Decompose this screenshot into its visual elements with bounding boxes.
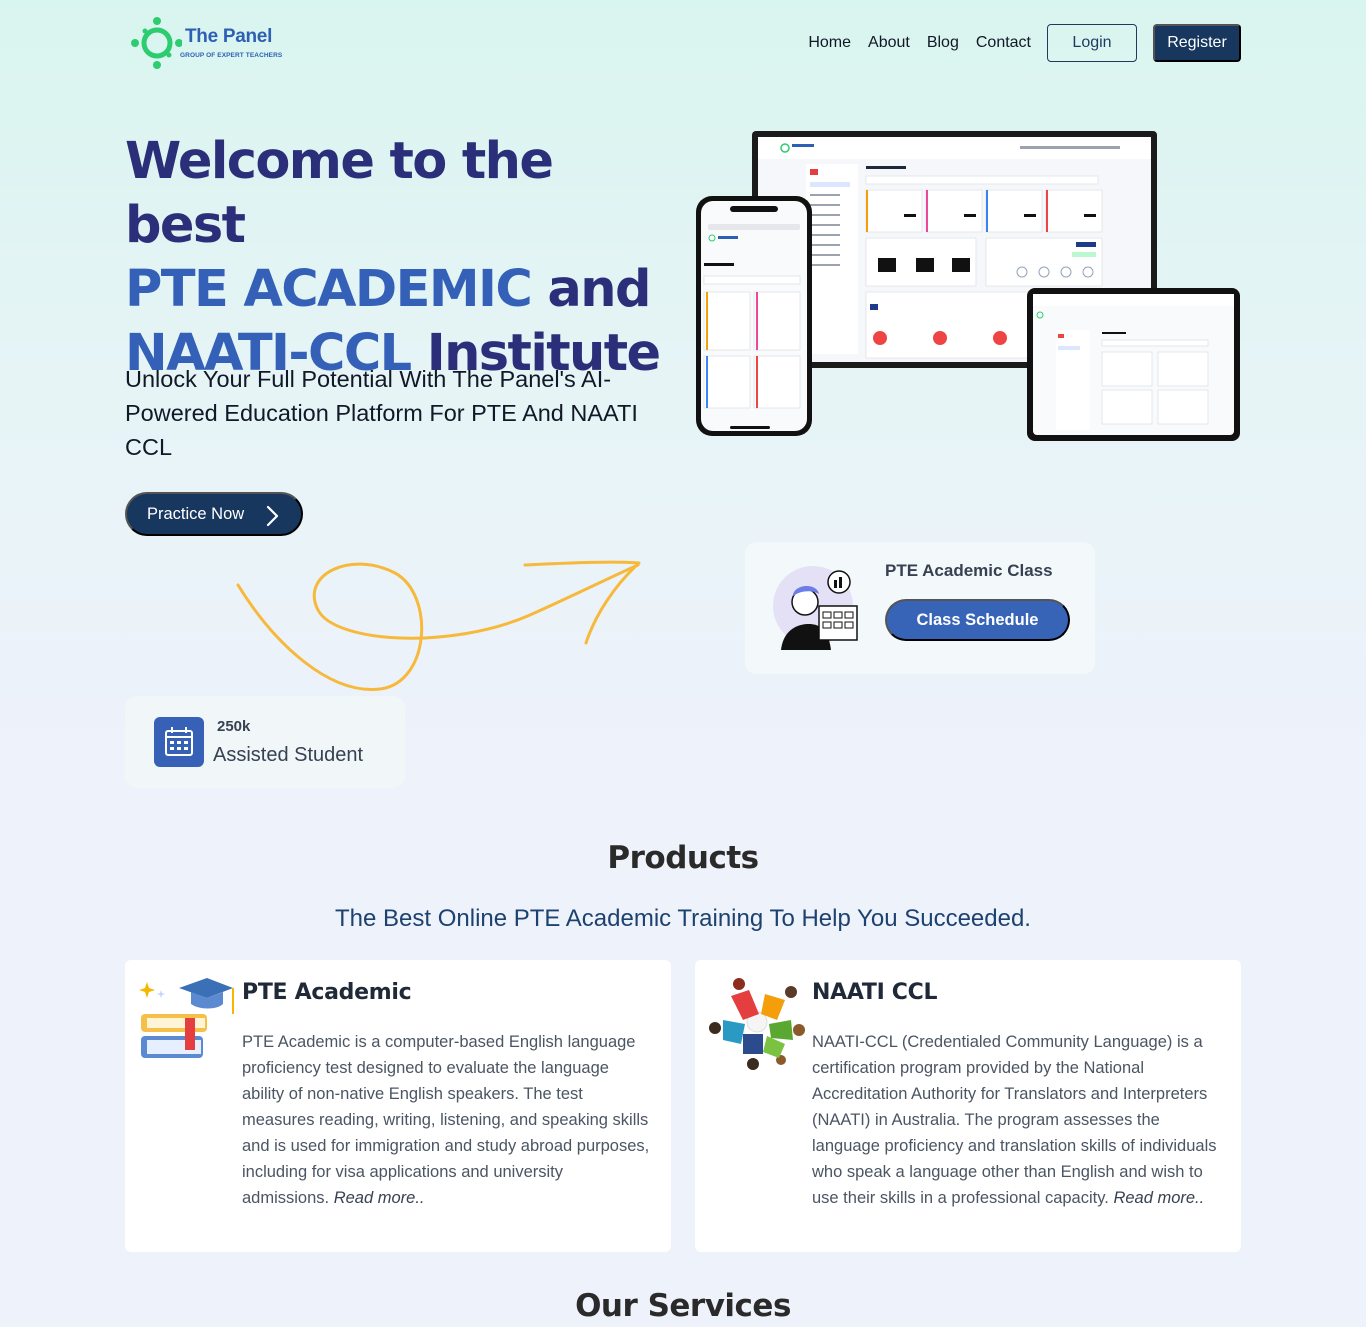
- class-card-title: PTE Academic Class: [885, 561, 1053, 580]
- product-name: PTE Academic: [242, 980, 412, 1005]
- class-schedule-button[interactable]: Class Schedule: [885, 599, 1070, 641]
- nav-link-blog[interactable]: Blog: [927, 34, 959, 52]
- read-more-link[interactable]: Read more..: [1113, 1189, 1204, 1207]
- phone-mockup: [696, 196, 812, 436]
- hero-subtitle: Unlock Your Full Potential With The Pane…: [125, 366, 638, 460]
- community-people-icon: [709, 978, 805, 1070]
- practice-now-button[interactable]: Practice Now: [125, 492, 303, 536]
- logo-mark-icon: [131, 17, 182, 69]
- login-button[interactable]: Login: [1047, 24, 1137, 62]
- chevron-right-icon: [266, 505, 279, 527]
- tablet-mockup: [1027, 288, 1240, 441]
- product-description: PTE Academic is a computer-based English…: [242, 1029, 654, 1211]
- products-heading: Products: [607, 840, 759, 876]
- hero-title: Welcome to the best PTE ACADEMIC and NAA…: [125, 130, 685, 386]
- read-more-link[interactable]: Read more..: [334, 1189, 425, 1207]
- product-description: NAATI-CCL (Credentialed Community Langua…: [812, 1029, 1224, 1211]
- nav-link-contact[interactable]: Contact: [976, 34, 1031, 52]
- hero-title-accent-pte: PTE ACADEMIC: [125, 260, 533, 319]
- site-header: The Panel GROUP OF EXPERT TEACHERS Home …: [0, 0, 1366, 86]
- services-heading: Our Services: [575, 1288, 791, 1324]
- product-card-pte-academic: PTE Academic PTE Academic is a computer-…: [125, 960, 671, 1252]
- nav-link-about[interactable]: About: [868, 34, 910, 52]
- dashboard-device-mockups: [696, 131, 1240, 441]
- calendar-icon: [154, 717, 204, 767]
- main-nav: Home About Blog Contact Login Register: [791, 24, 1241, 62]
- practice-now-label: Practice Now: [147, 504, 245, 523]
- stat-label: Assisted Student: [213, 744, 364, 766]
- products-subheading: The Best Online PTE Academic Training To…: [335, 905, 1031, 932]
- product-description-text: PTE Academic is a computer-based English…: [242, 1033, 650, 1207]
- assisted-students-stat-card: 250k Assisted Student: [125, 696, 405, 788]
- stat-value: 250k: [217, 718, 251, 735]
- brand-logo[interactable]: The Panel GROUP OF EXPERT TEACHERS: [130, 16, 290, 70]
- books-graduation-cap-icon: [139, 978, 234, 1058]
- teacher-illustration-icon: [773, 566, 858, 650]
- decorative-arrow-icon: [236, 560, 641, 691]
- product-card-naati-ccl: NAATI CCL NAATI-CCL (Credentialed Commun…: [695, 960, 1241, 1252]
- product-description-text: NAATI-CCL (Credentialed Community Langua…: [812, 1033, 1217, 1207]
- hero-title-and: and: [547, 260, 651, 319]
- nav-link-home[interactable]: Home: [808, 34, 851, 52]
- hero-title-line1: Welcome to the best: [125, 132, 554, 255]
- logo-tagline: GROUP OF EXPERT TEACHERS: [180, 52, 283, 59]
- logo-title: The Panel: [185, 26, 273, 47]
- register-button[interactable]: Register: [1153, 24, 1241, 62]
- product-name: NAATI CCL: [812, 980, 938, 1005]
- class-card: PTE Academic Class Class Schedule: [745, 542, 1095, 674]
